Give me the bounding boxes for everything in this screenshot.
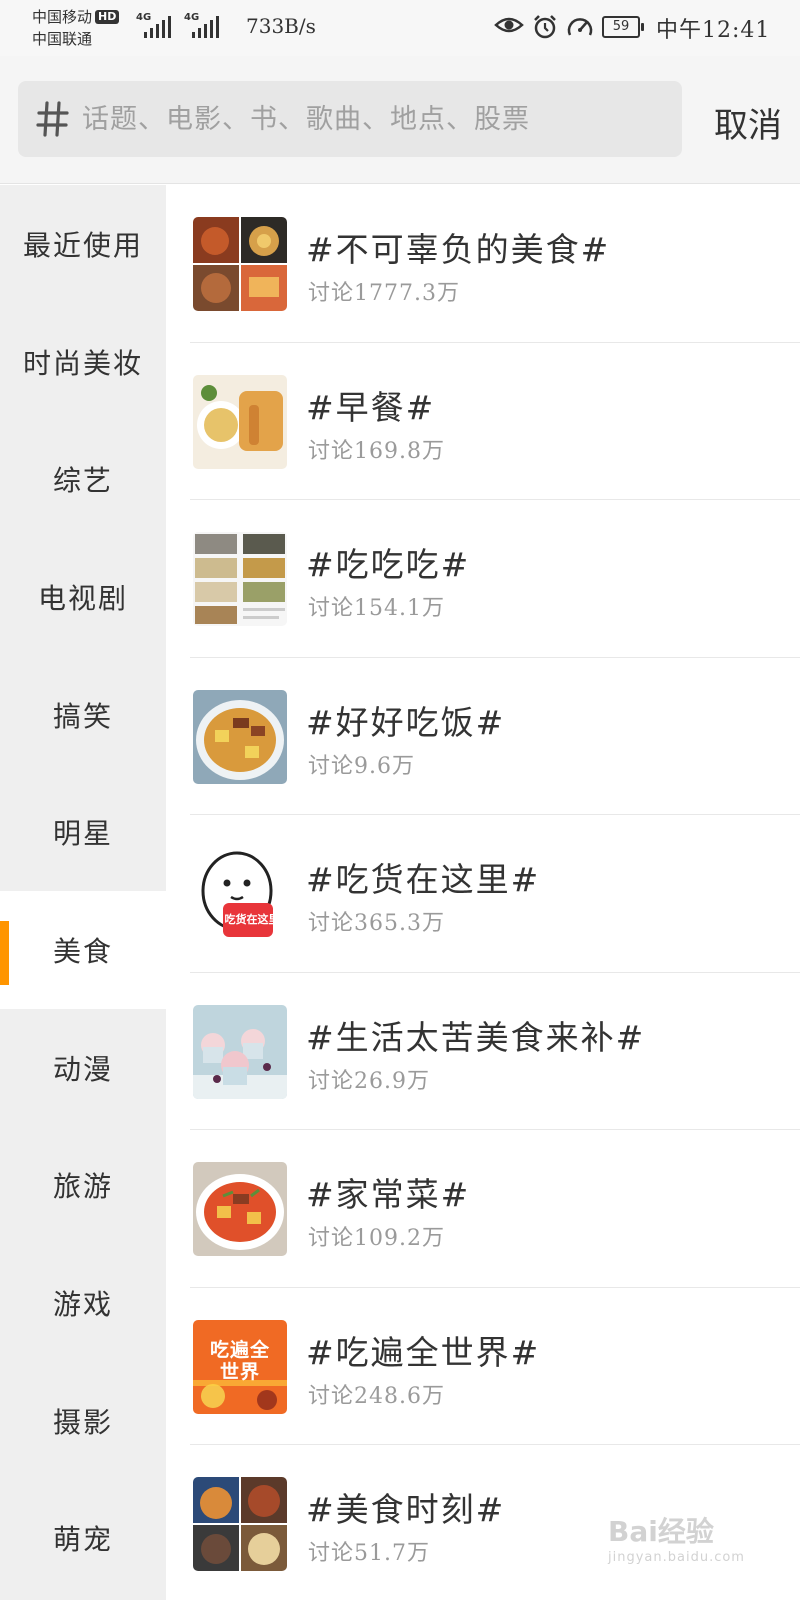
sidebar-item-photography[interactable]: 摄影	[0, 1362, 166, 1480]
cancel-button[interactable]: 取消	[714, 98, 782, 147]
discussion-count: 讨论9.6万	[308, 753, 415, 779]
topic-title: #不可辜负的美食#	[306, 230, 611, 269]
clock: 中午12:41	[656, 18, 771, 43]
sidebar-item-travel[interactable]: 旅游	[0, 1127, 166, 1245]
food-screenshots-thumbnail	[193, 532, 287, 626]
carrier-info: 中国移动 HD 中国联通	[32, 6, 120, 50]
discussion-count: 讨论26.9万	[308, 1068, 430, 1094]
topic-list: #不可辜负的美食# 讨论1777.3万 #早餐# 讨论169.8万 #吃吃吃# …	[190, 185, 800, 1600]
topic-title: #早餐#	[306, 387, 436, 427]
sidebar-item-recent[interactable]: 最近使用	[0, 185, 166, 303]
sidebar-item-comedy[interactable]: 搞笑	[0, 656, 166, 774]
discussion-count: 讨论154.1万	[308, 596, 445, 621]
sidebar-item-anime[interactable]: 动漫	[0, 1009, 166, 1127]
eat-around-world-thumbnail	[193, 1319, 287, 1414]
battery-indicator: 59	[602, 16, 644, 38]
sidebar-item-fashion-beauty[interactable]: 时尚美妆	[0, 303, 166, 421]
food-moments-thumbnail	[193, 1477, 287, 1571]
topic-title: #生活太苦美食来补#	[306, 1017, 646, 1057]
hd-badge: HD	[95, 10, 120, 24]
topic-title: #美食时刻#	[306, 1490, 506, 1529]
sidebar-item-celebrity[interactable]: 明星	[0, 773, 166, 891]
watermark-brand: Bai经验	[608, 1515, 714, 1548]
speedometer-icon	[567, 18, 593, 36]
stir-fry-thumbnail	[193, 689, 287, 784]
discussion-count: 讨论169.8万	[308, 438, 445, 464]
topic-row[interactable]: #吃货在这里# 讨论365.3万 吃货在这里	[190, 815, 800, 973]
cupcakes-thumbnail	[193, 1004, 287, 1099]
sidebar-item-pets[interactable]: 萌宠	[0, 1480, 166, 1598]
breakfast-thumbnail	[193, 374, 287, 469]
topic-row[interactable]: #吃吃吃# 讨论154.1万	[190, 500, 800, 658]
topic-title: #吃遍全世界#	[306, 1332, 541, 1372]
topic-title: #家常菜#	[306, 1175, 471, 1214]
discussion-count: 讨论1777.3万	[308, 281, 460, 306]
discussion-count: 讨论248.6万	[308, 1383, 445, 1409]
discussion-count: 讨论109.2万	[308, 1226, 445, 1251]
search-box[interactable]	[18, 81, 682, 157]
carrier-1: 中国移动	[32, 8, 93, 26]
sidebar-item-food[interactable]: 美食	[0, 891, 166, 1009]
topic-row[interactable]: #早餐# 讨论169.8万	[190, 343, 800, 500]
sidebar-item-games[interactable]: 游戏	[0, 1244, 166, 1362]
topic-title: #吃吃吃#	[306, 545, 471, 584]
sidebar-item-tv-series[interactable]: 电视剧	[0, 538, 166, 656]
category-sidebar: 最近使用 时尚美妆 综艺 电视剧 搞笑 明星 美食 动漫 旅游 游戏 摄影 萌宠	[0, 185, 166, 1600]
topic-row[interactable]: #生活太苦美食来补# 讨论26.9万	[190, 973, 800, 1130]
carrier-2: 中国联通	[32, 30, 93, 48]
topic-row[interactable]: #好好吃饭# 讨论9.6万	[190, 658, 800, 815]
topic-title: #好好吃饭#	[306, 702, 506, 742]
search-header: 取消	[0, 56, 800, 184]
discussion-count: 讨论365.3万	[308, 911, 445, 936]
discussion-count: 讨论51.7万	[308, 1541, 430, 1566]
topic-row[interactable]: #吃遍全世界# 讨论248.6万 吃遍全世界	[190, 1288, 800, 1445]
net-speed: 733B/s	[246, 14, 316, 38]
alarm-icon	[534, 15, 556, 39]
topic-title: #吃货在这里#	[306, 860, 541, 899]
hash-icon	[36, 101, 69, 137]
sidebar-item-variety[interactable]: 综艺	[0, 420, 166, 538]
food-collage-thumbnail	[193, 217, 287, 311]
baidu-jingyan-watermark: Bai经验 jingyan.baidu.com	[608, 1510, 745, 1565]
home-cooking-thumbnail	[193, 1162, 287, 1256]
eye-icon	[494, 17, 524, 33]
status-bar: 中国移动 HD 中国联通 4G 4G 733B/s 59 中午12:41	[0, 0, 800, 56]
search-input[interactable]	[82, 81, 672, 157]
topic-row[interactable]: #家常菜# 讨论109.2万	[190, 1130, 800, 1288]
watermark-url: jingyan.baidu.com	[608, 1550, 745, 1565]
topic-row[interactable]: #不可辜负的美食# 讨论1777.3万	[190, 185, 800, 343]
foodie-mascot-thumbnail	[193, 847, 287, 941]
